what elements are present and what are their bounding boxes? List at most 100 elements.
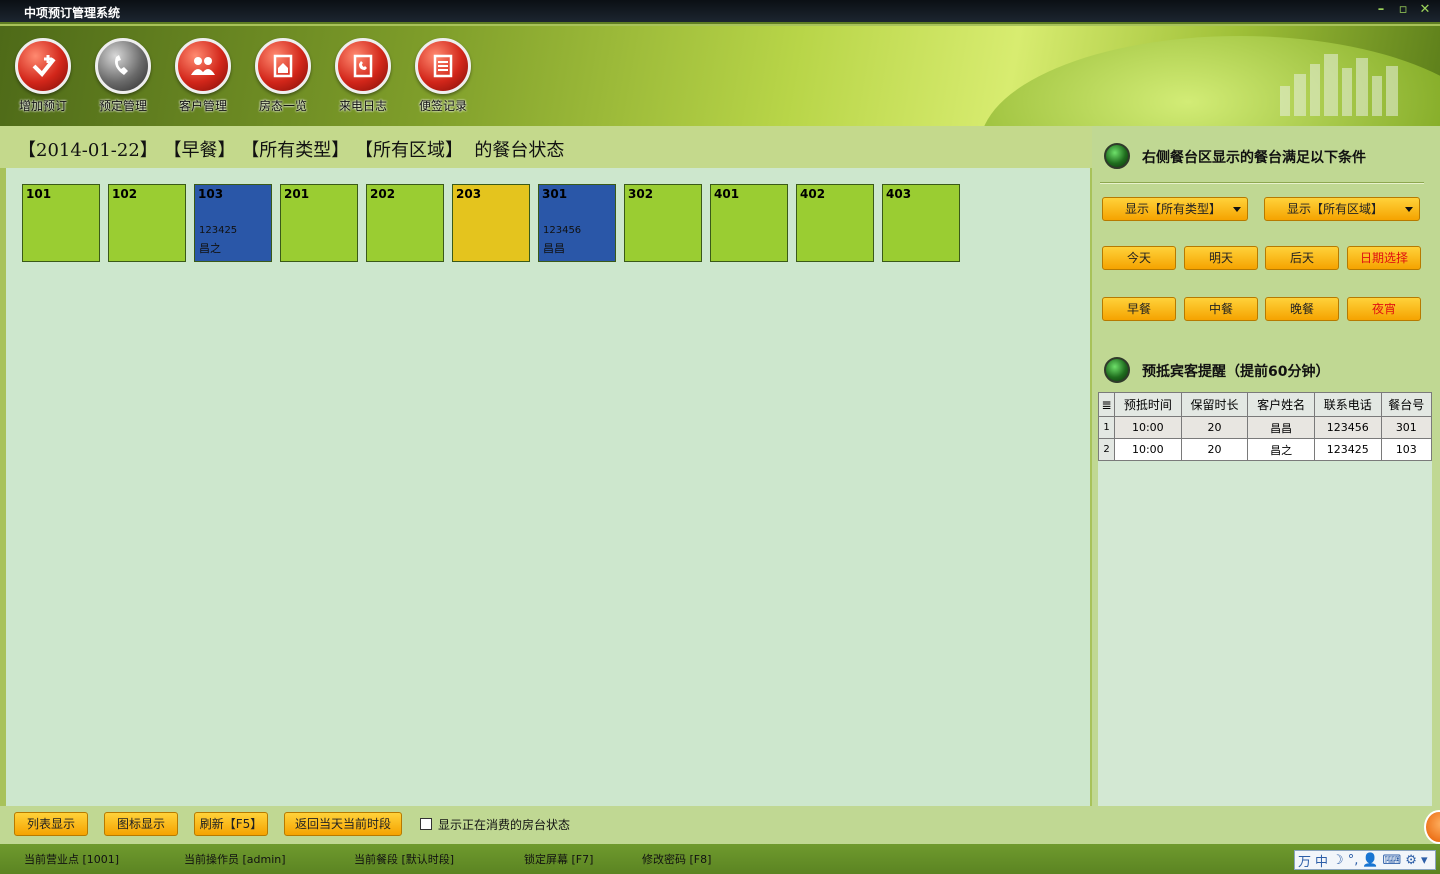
column-header[interactable]: 客户姓名 bbox=[1247, 392, 1315, 417]
reminder-title: 预抵宾客提醒（提前60分钟） bbox=[1142, 364, 1330, 380]
ime-settings-icon[interactable]: ⚙ bbox=[1405, 853, 1417, 868]
date-select-button[interactable]: 日期选择 bbox=[1347, 246, 1421, 270]
show-consuming-checkbox[interactable] bbox=[420, 818, 432, 830]
lunch-button[interactable]: 中餐 bbox=[1184, 297, 1258, 321]
change-password-link[interactable]: 修改密码 [F8] bbox=[642, 851, 711, 867]
business-point-status: 当前营业点 [1001] bbox=[24, 853, 120, 866]
table-tile[interactable]: 101 bbox=[22, 184, 100, 262]
minimize-icon[interactable]: – bbox=[1374, 2, 1388, 17]
table-tile[interactable]: 302 bbox=[624, 184, 702, 262]
late-night-button[interactable]: 夜宵 bbox=[1347, 297, 1421, 321]
table-number: 101 bbox=[26, 187, 52, 201]
table-tile[interactable]: 401 bbox=[710, 184, 788, 262]
table-tile[interactable]: 203 bbox=[452, 184, 530, 262]
table-row[interactable]: 1 10:00 20 昌昌 123456 301 bbox=[1098, 416, 1433, 439]
notes-button[interactable]: 便签记录 bbox=[412, 38, 474, 114]
window-controls: – ▫ ✕ bbox=[1374, 2, 1432, 17]
table-number: 202 bbox=[370, 187, 396, 201]
row-menu-icon[interactable]: ≣ bbox=[1098, 392, 1115, 417]
breakfast-button[interactable]: 早餐 bbox=[1102, 297, 1176, 321]
table-tile[interactable]: 201 bbox=[280, 184, 358, 262]
lock-screen-link[interactable]: 锁定屏幕 [F7] bbox=[524, 851, 593, 867]
add-booking-button[interactable]: 增加预订 bbox=[12, 38, 74, 114]
restore-icon[interactable]: ▫ bbox=[1396, 2, 1410, 17]
chevron-down-icon bbox=[1233, 207, 1241, 212]
ime-menu-icon[interactable]: ▾ bbox=[1421, 853, 1428, 868]
ime-user-icon[interactable]: 👤 bbox=[1362, 853, 1378, 868]
reminder-grid: ≣ 预抵时间 保留时长 客户姓名 联系电话 餐台号 1 10:00 20 昌昌 … bbox=[1098, 392, 1433, 806]
table-tile[interactable]: 102 bbox=[108, 184, 186, 262]
column-header[interactable]: 联系电话 bbox=[1313, 392, 1382, 417]
list-view-button[interactable]: 列表显示 bbox=[14, 812, 88, 836]
status-heading: 【2014-01-22】 【早餐】 【所有类型】 【所有区域】 的餐台状态 bbox=[18, 140, 565, 161]
meal-period-status: 当前餐段 [默认时段] bbox=[354, 853, 455, 866]
tomorrow-button[interactable]: 明天 bbox=[1184, 246, 1258, 270]
table-tile[interactable]: 402 bbox=[796, 184, 874, 262]
table-tile[interactable]: 202 bbox=[366, 184, 444, 262]
table-row[interactable]: 2 10:00 20 昌之 123425 103 bbox=[1098, 438, 1433, 461]
cell-table-no: 103 bbox=[1380, 438, 1433, 461]
room-status-button[interactable]: 房态一览 bbox=[252, 38, 314, 114]
ime-punctuation-icon[interactable]: °, bbox=[1348, 853, 1359, 868]
today-button[interactable]: 今天 bbox=[1102, 246, 1176, 270]
table-number: 302 bbox=[628, 187, 654, 201]
column-header[interactable]: 预抵时间 bbox=[1114, 392, 1182, 417]
cell-customer-name: 昌之 bbox=[1247, 438, 1315, 461]
day-after-tomorrow-button[interactable]: 后天 bbox=[1265, 246, 1339, 270]
filter-title: 右侧餐台区显示的餐台满足以下条件 bbox=[1142, 150, 1366, 166]
table-number: 102 bbox=[112, 187, 138, 201]
refresh-button[interactable]: 刷新【F5】 bbox=[194, 812, 268, 836]
toolbar-label: 便签记录 bbox=[418, 99, 467, 113]
phone-icon bbox=[95, 38, 151, 94]
cell-hold-minutes: 20 bbox=[1180, 416, 1249, 439]
reminder-table: ≣ 预抵时间 保留时长 客户姓名 联系电话 餐台号 1 10:00 20 昌昌 … bbox=[1098, 392, 1433, 461]
notes-icon bbox=[415, 38, 471, 94]
cell-phone: 123456 bbox=[1313, 416, 1382, 439]
toolbar-label: 客户管理 bbox=[178, 99, 227, 113]
table-number: 201 bbox=[284, 187, 310, 201]
add-booking-icon bbox=[15, 38, 71, 94]
area-select[interactable]: 显示【所有区域】 bbox=[1264, 197, 1420, 221]
booking-manage-button[interactable]: 预定管理 bbox=[92, 38, 154, 114]
call-log-button[interactable]: 来电日志 bbox=[332, 38, 394, 114]
customer-manage-button[interactable]: 客户管理 bbox=[172, 38, 234, 114]
reminder-led-icon bbox=[1104, 357, 1130, 383]
table-tile[interactable]: 301 123456 昌昌 bbox=[538, 184, 616, 262]
table-header-row: ≣ 预抵时间 保留时长 客户姓名 联系电话 餐台号 bbox=[1098, 392, 1433, 417]
filter-led-icon bbox=[1104, 143, 1130, 169]
cell-arrival-time: 10:00 bbox=[1114, 438, 1182, 461]
cell-arrival-time: 10:00 bbox=[1114, 416, 1182, 439]
ime-keyboard-icon[interactable]: ⌨ bbox=[1383, 853, 1402, 868]
floating-assistant-icon[interactable] bbox=[1424, 810, 1440, 844]
customers-icon bbox=[175, 38, 231, 94]
row-index: 1 bbox=[1098, 416, 1115, 439]
right-panel: 右侧餐台区显示的餐台满足以下条件 显示【所有类型】 显示【所有区域】 今天 明天… bbox=[1092, 126, 1440, 806]
close-icon[interactable]: ✕ bbox=[1418, 2, 1432, 17]
column-header[interactable]: 餐台号 bbox=[1380, 392, 1433, 417]
title-bar: 中项预订管理系统 – ▫ ✕ bbox=[0, 0, 1440, 24]
dinner-button[interactable]: 晚餐 bbox=[1265, 297, 1339, 321]
table-number: 203 bbox=[456, 187, 482, 201]
toolbar: 增加预订 预定管理 客户管理 房态一览 来电日志 便签记录 bbox=[12, 38, 474, 114]
ime-logo-icon[interactable]: 万 bbox=[1298, 851, 1311, 870]
status-heading-bar: 【2014-01-22】 【早餐】 【所有类型】 【所有区域】 的餐台状态 bbox=[0, 126, 1092, 168]
column-header[interactable]: 保留时长 bbox=[1180, 392, 1249, 417]
cell-customer-name: 昌昌 bbox=[1247, 416, 1315, 439]
type-select[interactable]: 显示【所有类型】 bbox=[1102, 197, 1248, 221]
ime-chinese-mode-icon[interactable]: 中 bbox=[1315, 851, 1328, 870]
table-phone: 123425 bbox=[199, 225, 238, 236]
table-tile[interactable]: 403 bbox=[882, 184, 960, 262]
back-to-current-button[interactable]: 返回当天当前时段 bbox=[284, 812, 402, 836]
status-footer: 当前营业点 [1001] 当前操作员 [admin] 当前餐段 [默认时段] 锁… bbox=[0, 844, 1440, 874]
area-select-label: 显示【所有区域】 bbox=[1287, 202, 1384, 216]
icon-view-button[interactable]: 图标显示 bbox=[104, 812, 178, 836]
table-tile[interactable]: 103 123425 昌之 bbox=[194, 184, 272, 262]
toolbar-label: 房态一览 bbox=[258, 99, 307, 113]
table-number: 403 bbox=[886, 187, 912, 201]
ime-half-width-icon[interactable]: ☽ bbox=[1332, 853, 1344, 868]
cell-phone: 123425 bbox=[1313, 438, 1382, 461]
cell-table-no: 301 bbox=[1380, 416, 1433, 439]
city-skyline-icon bbox=[1280, 54, 1398, 116]
table-number: 301 bbox=[542, 187, 568, 201]
room-status-icon bbox=[255, 38, 311, 94]
